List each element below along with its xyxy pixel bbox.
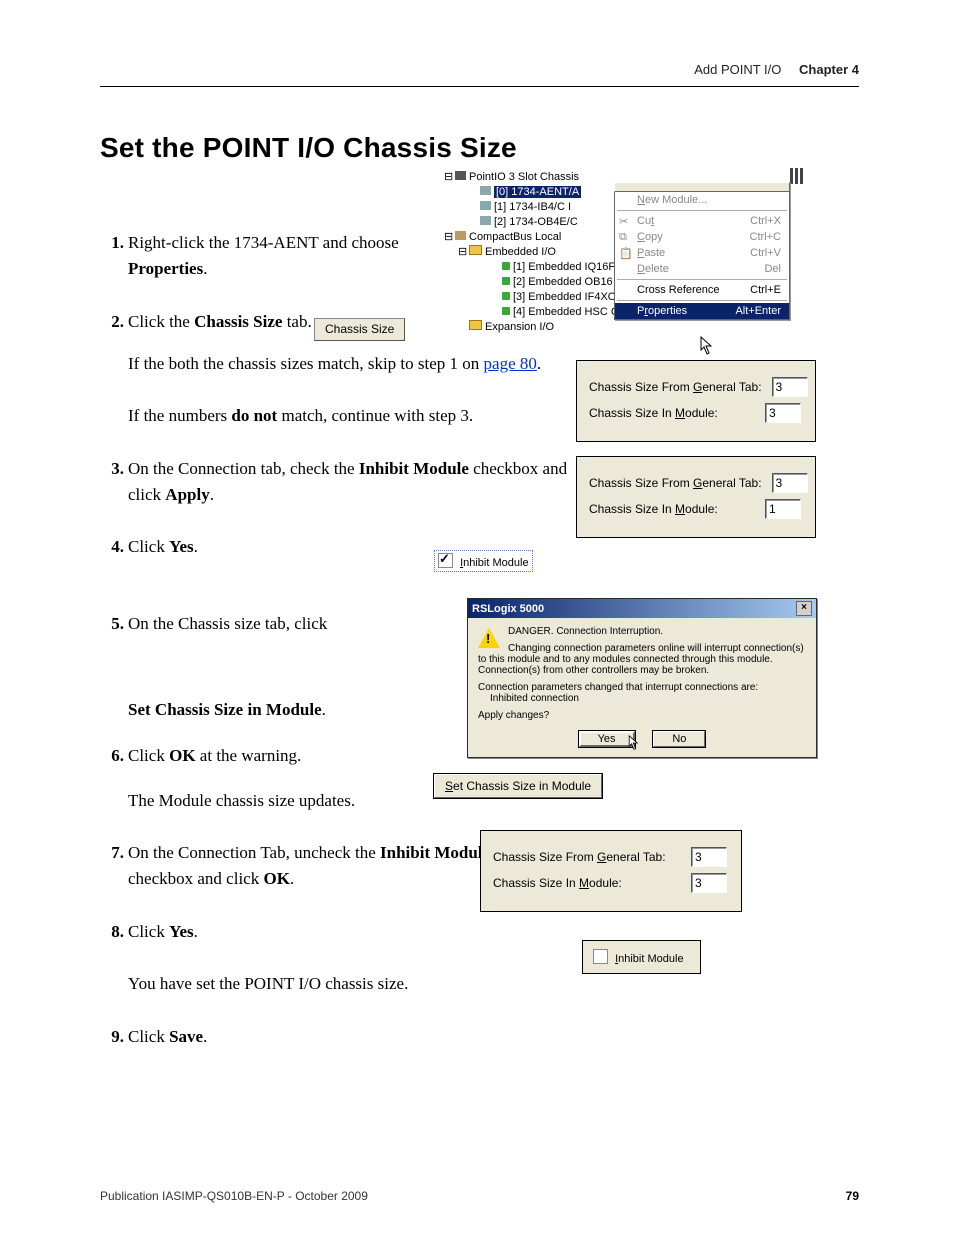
toolbar-grip-icon [790, 168, 803, 184]
dialog-line-1: DANGER. Connection Interruption. [478, 626, 806, 637]
cs-general-label: Chassis Size From General Tab: [589, 476, 762, 490]
chapter-label: Chapter 4 [799, 62, 859, 77]
ctx-item-properties[interactable]: PropertiesAlt+Enter [615, 303, 789, 319]
cs-general-value[interactable] [772, 473, 808, 493]
page-heading: Set the POINT I/O Chassis Size [100, 132, 517, 164]
chassis-size-tab-figure: Chassis Size [314, 322, 405, 336]
set-chassis-size-button-figure: Set Chassis Size in Module [434, 774, 602, 798]
section-title: Add POINT I/O [694, 62, 781, 77]
ctx-item-paste[interactable]: 📋 PasteCtrl+V [615, 245, 789, 261]
cursor-icon [700, 336, 714, 354]
step-text: Click the Chassis Size tab. [128, 312, 312, 331]
cs-general-value[interactable] [691, 847, 727, 867]
dialog-line-2: Changing connection parameters online wi… [478, 643, 806, 665]
dialog-line-5: Inhibited connection [490, 693, 806, 704]
step-number: 6. [100, 743, 124, 769]
step-number: 5. [100, 611, 124, 637]
step-text: Click Yes. [128, 537, 198, 556]
cs-module-label: Chassis Size In Module: [589, 406, 718, 420]
step-text: Click OK at the warning. [128, 746, 301, 765]
step-number: 9. [100, 1024, 124, 1050]
page: Add POINT I/O Chapter 4 Set the POINT I/… [0, 0, 954, 1235]
step-number: 1. [100, 230, 124, 256]
cs-general-label: Chassis Size From General Tab: [493, 850, 666, 864]
step8-sub: You have set the POINT I/O chassis size. [100, 971, 860, 997]
step-number: 8. [100, 919, 124, 945]
tree-selected-item[interactable]: [0] 1734-AENT/A [494, 186, 581, 198]
dialog-yes-button[interactable]: Yes [579, 731, 635, 747]
header-rule [100, 86, 859, 87]
ctx-item-cross-reference[interactable]: Cross ReferenceCtrl+E [615, 282, 789, 298]
step-text: Click Save. [128, 1027, 207, 1046]
page-number: 79 [846, 1189, 859, 1203]
cs-general-value[interactable] [772, 377, 808, 397]
step-text: Click Yes. [128, 922, 198, 941]
running-header: Add POINT I/O Chapter 4 [694, 62, 859, 77]
cs-module-label: Chassis Size In Module: [589, 502, 718, 516]
cs-general-label: Chassis Size From General Tab: [589, 380, 762, 394]
step-text: On the Chassis size tab, click [128, 614, 327, 633]
copy-icon: ⧉ [619, 231, 632, 244]
rslogix-warning-dialog: RSLogix 5000 × DANGER. Connection Interr… [467, 598, 817, 758]
dialog-line-3: Connection(s) from other controllers may… [478, 665, 806, 676]
dialog-title: RSLogix 5000 [472, 603, 544, 615]
step-text: On the Connection Tab, uncheck the Inhib… [128, 843, 490, 888]
page-link-80[interactable]: page 80 [484, 354, 537, 373]
cs-module-value[interactable] [765, 499, 801, 519]
ctx-item-copy[interactable]: ⧉ CopyCtrl+C [615, 229, 789, 245]
cursor-icon [628, 735, 640, 751]
ctx-item-cut[interactable]: ✂ CutCtrl+X [615, 213, 789, 229]
step-number: 2. [100, 309, 124, 335]
chassis-size-panel-mismatch: Chassis Size From General Tab: Chassis S… [576, 456, 816, 538]
ctx-item-new-module[interactable]: NNew Module...ew Module... [615, 192, 789, 208]
dialog-line-6: Apply changes? [478, 710, 806, 721]
paste-icon: 📋 [619, 247, 632, 260]
dialog-line-4: Connection parameters changed that inter… [478, 682, 806, 693]
inhibit-module-checkbox[interactable] [593, 949, 608, 964]
step-number: 3. [100, 456, 124, 482]
step-number: 7. [100, 840, 124, 866]
cs-module-label: Chassis Size In Module: [493, 876, 622, 890]
chassis-size-tab[interactable]: Chassis Size [314, 318, 405, 341]
cut-icon: ✂ [619, 215, 632, 228]
inhibit-module-checkbox[interactable] [438, 553, 453, 568]
dialog-close-button[interactable]: × [796, 601, 812, 616]
step-text: Right-click the 1734-AENT and choose Pro… [128, 233, 399, 278]
dialog-no-button[interactable]: No [653, 731, 705, 747]
inhibit-module-label: Inhibit Module [460, 557, 529, 569]
set-chassis-size-button[interactable]: Set Chassis Size in Module [434, 774, 602, 798]
inhibit-module-label: Inhibit Module [615, 953, 684, 965]
io-tree-figure: ⊟PointIO 3 Slot Chassis [0] 1734-AENT/A … [444, 170, 624, 335]
cs-module-value[interactable] [691, 873, 727, 893]
step2-sub-a: If the both the chassis sizes match, ski… [100, 351, 548, 377]
step2-sub-b: If the numbers do not match, continue wi… [100, 403, 588, 429]
chassis-size-panel-updated: Chassis Size From General Tab: Chassis S… [480, 830, 742, 912]
ctx-item-delete[interactable]: DeleteDel [615, 261, 789, 277]
step-text: On the Connection tab, check the Inhibit… [128, 459, 567, 504]
chassis-size-panel-match: Chassis Size From General Tab: Chassis S… [576, 360, 816, 442]
context-menu-figure: NNew Module...ew Module... ✂ CutCtrl+X ⧉… [614, 182, 790, 320]
inhibit-module-checked-figure: Inhibit Module [434, 550, 533, 572]
inhibit-module-unchecked-figure: Inhibit Module [582, 940, 701, 974]
step-number: 4. [100, 534, 124, 560]
publication-footer: Publication IASIMP-QS010B-EN-P - October… [100, 1189, 368, 1203]
cs-module-value[interactable] [765, 403, 801, 423]
